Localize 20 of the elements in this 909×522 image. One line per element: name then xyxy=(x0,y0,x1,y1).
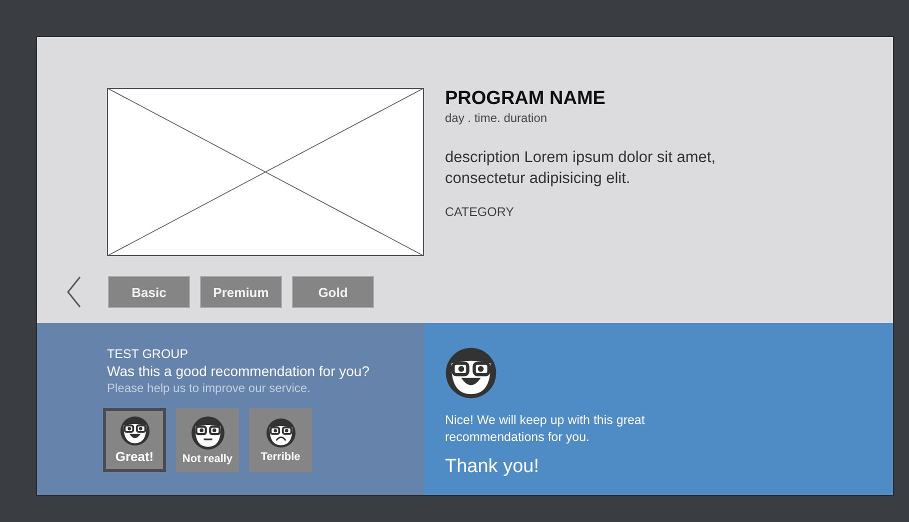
rating-button[interactable]: Not really xyxy=(176,408,239,472)
smiling-face-icon xyxy=(120,416,150,446)
program-description: description Lorem ipsum dolor sit amet, consectetur adipisicing elit. xyxy=(445,148,717,189)
smiling-face-icon xyxy=(445,347,497,399)
group-label: TEST GROUP xyxy=(107,347,190,361)
frowning-face-icon xyxy=(266,418,296,448)
neutral-face-icon xyxy=(190,416,224,450)
tier-button[interactable]: Premium xyxy=(200,276,282,308)
response-message: Nice! We will keep up with this great recommendations for you. xyxy=(445,412,646,446)
program-title: PROGRAM NAME xyxy=(445,88,606,110)
question-text: Was this a good recommendation for you? xyxy=(107,363,371,379)
tier-button[interactable]: Gold xyxy=(292,276,374,308)
program-category: CATEGORY xyxy=(445,205,515,219)
rating-button[interactable]: Great! xyxy=(103,408,166,472)
program-schedule: day . time. duration xyxy=(445,111,548,125)
hint-text: Please help us to improve our service. xyxy=(107,381,312,395)
back-chevron-icon[interactable] xyxy=(66,276,82,308)
thanks-text: Thank you! xyxy=(445,456,540,478)
rating-button[interactable]: Terrible xyxy=(249,408,312,472)
tier-button[interactable]: Basic xyxy=(108,276,190,308)
